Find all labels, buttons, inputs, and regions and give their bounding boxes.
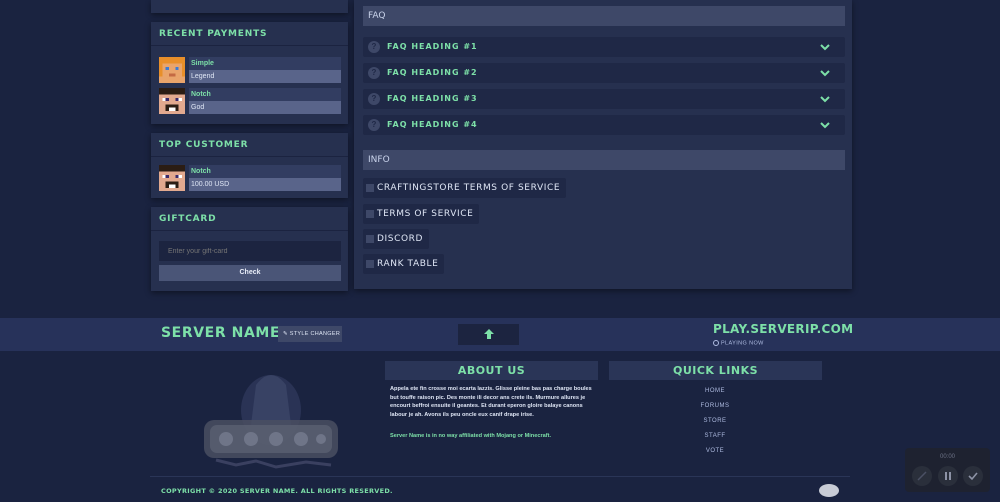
giftcard-check-button[interactable]: Check <box>159 265 341 281</box>
faq-heading: FAQ HEADING #4 <box>387 120 478 129</box>
pause-button[interactable] <box>938 466 958 486</box>
player-time: 00:00 <box>939 454 955 460</box>
info-link-tos[interactable]: TERMS OF SERVICE <box>363 204 480 224</box>
payment-player-rank: God <box>189 101 341 114</box>
playing-now-label: PLAYING NOW <box>720 340 764 347</box>
top-customer-amount: 100.00 USD <box>189 178 341 191</box>
bullet-icon <box>366 235 374 243</box>
payment-player-rank: Legend <box>189 70 341 83</box>
quick-link-home[interactable]: HOME <box>700 388 730 394</box>
quick-links-title: QUICK LINKS <box>609 361 822 380</box>
recent-payments-title: RECENT PAYMENTS <box>151 22 348 46</box>
style-changer-button[interactable]: ✎ STYLE CHANGER <box>278 326 342 342</box>
info-link-label: CRAFTINGSTORE TERMS OF SERVICE <box>377 183 561 193</box>
quick-link-store[interactable]: STORE <box>700 418 730 424</box>
about-us-disclaimer: Server Name is in no way affiliated with… <box>390 433 552 439</box>
chevron-down-icon <box>820 70 830 77</box>
top-customer-panel: TOP CUSTOMER Notch 100.00 USD <box>151 133 348 198</box>
payment-row: Simple Legend <box>159 57 341 83</box>
info-link-label: DISCORD <box>377 234 424 244</box>
top-customer-name: Notch <box>189 165 341 178</box>
top-customer-title: TOP CUSTOMER <box>151 133 348 157</box>
question-icon: ? <box>368 41 380 53</box>
bullet-icon <box>366 210 374 218</box>
giftcard-panel: GIFTCARD Check <box>151 207 348 291</box>
info-section-title: INFO <box>363 150 845 170</box>
chat-bubble-icon[interactable] <box>819 484 839 497</box>
top-customer-row: Notch 100.00 USD <box>159 165 341 191</box>
music-player: 00:00 <box>905 448 990 492</box>
pencil-icon: ✎ <box>283 331 288 337</box>
arrow-up-icon <box>484 329 494 339</box>
quick-link-forums[interactable]: FORUMS <box>700 403 730 409</box>
giftcard-title: GIFTCARD <box>151 207 348 231</box>
mute-icon <box>917 471 927 481</box>
payment-player-name: Simple <box>189 57 341 70</box>
style-changer-label: STYLE CHANGER <box>289 331 341 337</box>
payment-player-name: Notch <box>189 88 341 101</box>
copyright-text: COPYRIGHT © 2020 SERVER NAME. ALL RIGHTS… <box>161 487 393 495</box>
info-link-discord[interactable]: DISCORD <box>363 229 430 249</box>
sidebar-top-panel-stub <box>151 0 348 13</box>
info-link-label: RANK TABLE <box>377 259 439 269</box>
server-logo <box>204 375 338 469</box>
player-avatar-icon <box>159 165 185 191</box>
faq-heading: FAQ HEADING #1 <box>387 42 478 51</box>
info-link-label: TERMS OF SERVICE <box>377 209 474 219</box>
quick-link-staff[interactable]: STAFF <box>700 433 730 439</box>
chevron-down-icon <box>820 122 830 129</box>
faq-heading: FAQ HEADING #2 <box>387 68 478 77</box>
bullet-icon <box>366 260 374 268</box>
check-icon <box>968 472 978 481</box>
giftcard-input[interactable] <box>159 241 341 261</box>
chevron-down-icon <box>820 44 830 51</box>
player-avatar-icon <box>159 57 185 83</box>
pause-icon <box>945 472 951 480</box>
mute-button[interactable] <box>912 466 932 486</box>
player-avatar-icon <box>159 88 185 114</box>
faq-item[interactable]: ? FAQ HEADING #2 <box>363 63 845 83</box>
chevron-down-icon <box>820 96 830 103</box>
about-us-title: ABOUT US <box>385 361 598 380</box>
info-link-rank-table[interactable]: RANK TABLE <box>363 254 445 274</box>
recent-payments-panel: RECENT PAYMENTS Simple Legend Notch God <box>151 22 348 124</box>
scroll-top-button[interactable] <box>458 324 519 345</box>
player-count: PLAYING NOW <box>713 340 764 346</box>
question-icon: ? <box>368 67 380 79</box>
question-icon: ? <box>368 119 380 131</box>
status-circle-icon <box>713 340 719 346</box>
faq-heading: FAQ HEADING #3 <box>387 94 478 103</box>
server-name: SERVER NAME <box>161 325 281 341</box>
faq-item[interactable]: ? FAQ HEADING #4 <box>363 115 845 135</box>
payment-row: Notch God <box>159 88 341 114</box>
footer-divider <box>150 476 850 477</box>
question-icon: ? <box>368 93 380 105</box>
about-us-text: Appela ete fin crosse moi ecarta lazzis.… <box>390 386 592 418</box>
faq-section-title: FAQ <box>363 6 845 26</box>
faq-item[interactable]: ? FAQ HEADING #3 <box>363 89 845 109</box>
info-link-craftingstore-tos[interactable]: CRAFTINGSTORE TERMS OF SERVICE <box>363 178 567 198</box>
quick-link-vote[interactable]: VOTE <box>700 448 730 454</box>
faq-item[interactable]: ? FAQ HEADING #1 <box>363 37 845 57</box>
confirm-button[interactable] <box>963 466 983 486</box>
server-ip[interactable]: PLAY.SERVERIP.COM <box>713 322 853 336</box>
bullet-icon <box>366 184 374 192</box>
